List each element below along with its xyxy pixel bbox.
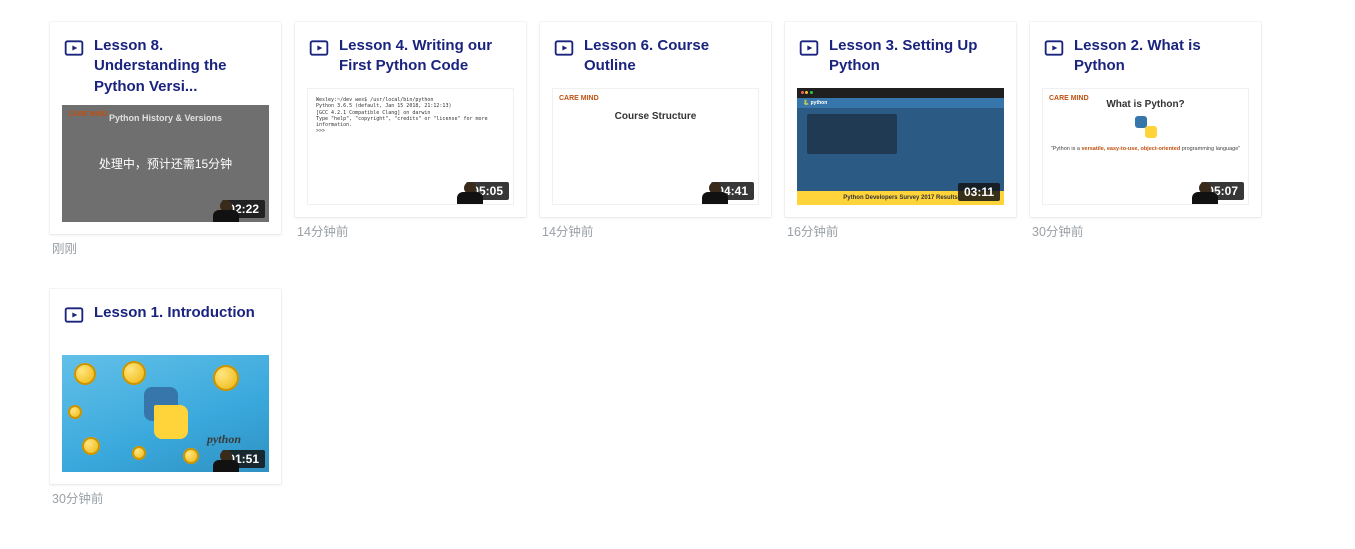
video-thumbnail[interactable]: Wesley:~/dev wes$ /usr/local/bin/python … (307, 88, 514, 205)
card-title: Lesson 1. Introduction (94, 303, 255, 323)
video-icon (799, 38, 819, 63)
video-icon (554, 38, 574, 63)
upload-time: 刚刚 (52, 238, 281, 257)
video-thumbnail[interactable]: CARE MIND What is Python? "Python is a v… (1042, 88, 1249, 205)
thumb-terminal-text: Wesley:~/dev wes$ /usr/local/bin/python … (316, 97, 505, 135)
upload-time: 30分钟前 (1032, 221, 1261, 240)
card-title: Lesson 6. Course Outline (584, 36, 757, 77)
card-header: Lesson 6. Course Outline (540, 22, 771, 88)
video-card[interactable]: Lesson 3. Setting Up Python 🐍 python Pyt… (785, 22, 1016, 217)
video-icon (1044, 38, 1064, 63)
speaker-silhouette (700, 182, 730, 204)
browser-chrome (797, 88, 1004, 98)
python-site-nav: 🐍 python (797, 98, 1004, 108)
upload-time: 14分钟前 (297, 221, 526, 240)
card-header: Lesson 8. Understanding the Python Versi… (50, 22, 281, 105)
video-icon (64, 305, 84, 330)
upload-time: 16分钟前 (787, 221, 1016, 240)
python-logo-icon (1135, 116, 1157, 138)
speaker-silhouette (211, 450, 241, 472)
video-thumbnail[interactable]: CARE MIND Course Structure 04:41 (552, 88, 759, 205)
thumb-slide-desc: "Python is a versatile, easy-to-use, obj… (1051, 146, 1240, 152)
card-title: Lesson 3. Setting Up Python (829, 36, 1002, 77)
video-icon (64, 38, 84, 63)
processing-text: 处理中，预计还需15分钟 (99, 155, 232, 172)
duration-badge: 03:11 (958, 183, 1000, 201)
video-grid: Lesson 8. Understanding the Python Versi… (0, 0, 1355, 547)
coin-icon (122, 361, 146, 385)
card-title: Lesson 4. Writing our First Python Code (339, 36, 512, 77)
upload-time: 30分钟前 (52, 488, 281, 507)
video-thumbnail[interactable]: CARE MIND Python History & Versions 处理中，… (62, 105, 269, 222)
coin-icon (213, 365, 239, 391)
video-card[interactable]: Lesson 2. What is Python CARE MIND What … (1030, 22, 1261, 217)
video-card[interactable]: Lesson 8. Understanding the Python Versi… (50, 22, 281, 234)
card-header: Lesson 2. What is Python (1030, 22, 1261, 88)
card-header: Lesson 1. Introduction (50, 289, 281, 355)
video-thumbnail[interactable]: python 01:51 (62, 355, 269, 472)
coin-icon (74, 363, 96, 385)
video-card[interactable]: Lesson 4. Writing our First Python Code … (295, 22, 526, 217)
thumb-slide-title: What is Python? (1106, 99, 1184, 110)
video-card[interactable]: Lesson 1. Introduction python 01:51 (50, 289, 281, 484)
coin-icon (68, 405, 82, 419)
coin-icon (132, 446, 146, 460)
coin-icon (82, 437, 100, 455)
video-thumbnail[interactable]: 🐍 python Python Developers Survey 2017 R… (797, 88, 1004, 205)
speaker-silhouette (211, 200, 241, 222)
video-card[interactable]: Lesson 6. Course Outline CARE MIND Cours… (540, 22, 771, 217)
upload-time: 14分钟前 (542, 221, 771, 240)
thumb-brand-logo: CARE MIND (559, 95, 599, 102)
thumb-brand-logo: CARE MIND (1049, 95, 1089, 102)
card-title: Lesson 8. Understanding the Python Versi… (94, 36, 267, 97)
speaker-silhouette (455, 182, 485, 204)
thumb-slide-title: Course Structure (615, 111, 697, 122)
video-icon (309, 38, 329, 63)
python-logo-text: python (207, 432, 241, 447)
card-header: Lesson 3. Setting Up Python (785, 22, 1016, 88)
speaker-silhouette (1190, 182, 1220, 204)
card-title: Lesson 2. What is Python (1074, 36, 1247, 77)
coin-icon (183, 448, 199, 464)
python-logo-icon (136, 383, 196, 443)
card-header: Lesson 4. Writing our First Python Code (295, 22, 526, 88)
thumb-slide-title: Python History & Versions (62, 113, 269, 123)
